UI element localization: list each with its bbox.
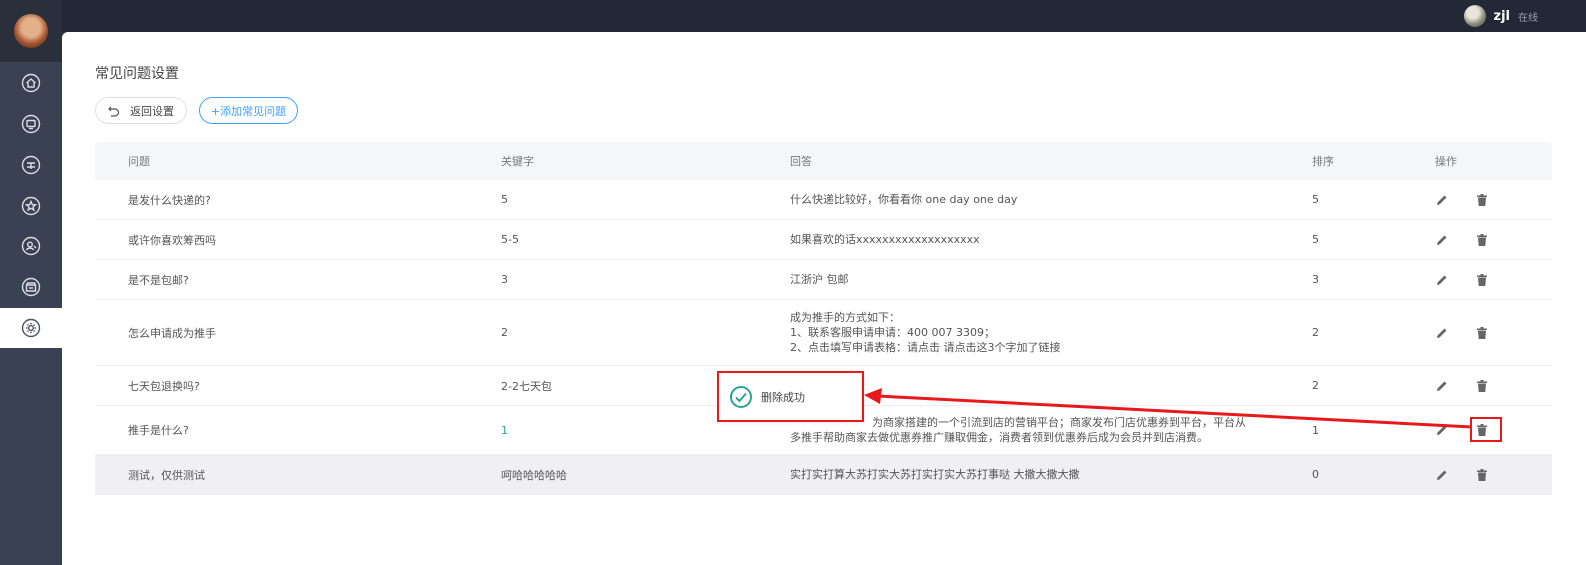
row-keyword: 5-5 — [501, 233, 519, 246]
row-question: 怎么申请成为推手 — [128, 326, 216, 340]
edit-icon[interactable] — [1435, 326, 1449, 340]
user-avatar[interactable] — [1463, 5, 1486, 27]
settings-icon — [21, 318, 41, 338]
row-actions — [1435, 366, 1555, 405]
table-row: 是发什么快递的? 5 什么快递比较好，你看看你 one day one day … — [95, 180, 1552, 220]
brand-avatar — [14, 14, 48, 48]
row-sort: 3 — [1312, 273, 1319, 286]
edit-icon[interactable] — [1435, 193, 1449, 207]
star-icon — [21, 196, 41, 216]
back-to-settings-button[interactable]: 返回设置 — [95, 97, 187, 124]
table-row: 或许你喜欢筹西吗 5-5 如果喜欢的话xxxxxxxxxxxxxxxxxxx 5 — [95, 220, 1552, 260]
sidebar-item-home[interactable] — [0, 63, 62, 103]
header-question: 问题 — [128, 155, 150, 168]
trash-icon[interactable] — [1475, 379, 1489, 393]
row-sort: 5 — [1312, 233, 1319, 246]
row-actions — [1435, 300, 1555, 365]
row-question: 七天包退换吗? — [128, 379, 200, 393]
success-toast: 删除成功 — [717, 371, 864, 422]
answer-line: 多推手帮助商家去做优惠券推广赚取佣金，消费者领到优惠券后成为会员并到店消费。 — [790, 431, 1208, 444]
trash-icon[interactable] — [1475, 273, 1489, 287]
sidebar-item-users[interactable] — [0, 226, 62, 266]
row-actions — [1435, 455, 1555, 494]
header-action: 操作 — [1435, 155, 1457, 168]
row-answer: 江浙沪 包邮 — [790, 273, 849, 286]
row-keyword: 3 — [501, 273, 508, 286]
row-question: 是发什么快递的? — [128, 193, 211, 207]
toast-message: 删除成功 — [761, 390, 805, 404]
table-header: 问题 关键字 回答 排序 操作 — [95, 142, 1552, 180]
add-button-label: +添加常见问题 — [210, 104, 287, 118]
header-answer: 回答 — [790, 154, 812, 168]
row-keyword: 呵哈哈哈哈哈 — [501, 468, 567, 482]
row-sort: 5 — [1312, 193, 1319, 206]
header-keyword: 关键字 — [501, 155, 534, 168]
table-row: 测试，仅供测试 呵哈哈哈哈哈 实打实打算大苏打实大苏打实打实大苏打事哒 大撒大撒… — [95, 455, 1552, 495]
answer-line: 成为推手的方式如下： — [790, 311, 900, 324]
row-sort: 0 — [1312, 468, 1319, 481]
row-question: 推手是什么? — [128, 424, 189, 437]
answer-line: 2、点击填写申请表格：请点击 请点击这3个字加了链接 — [790, 341, 1061, 354]
answer-line: 1、联系客服申请申请：400 007 3309； — [790, 326, 995, 339]
row-actions — [1435, 220, 1555, 259]
annotation-highlight-box — [1470, 417, 1502, 442]
table-row: 怎么申请成为推手 2 成为推手的方式如下： 1、联系客服申请申请：400 007… — [95, 300, 1552, 366]
main-content: 常见问题设置 返回设置 +添加常见问题 问题 关键字 回答 排序 操作 是发什么… — [62, 32, 1586, 565]
sidebar-item-monitor[interactable] — [0, 104, 62, 144]
sidebar-item-settings[interactable] — [0, 308, 62, 348]
sidebar-item-finance[interactable] — [0, 145, 62, 185]
row-keyword: 2 — [501, 326, 508, 339]
finance-icon — [21, 155, 41, 175]
user-icon — [21, 236, 41, 256]
top-bar: zjl 在线 — [0, 0, 1586, 32]
add-faq-button[interactable]: +添加常见问题 — [199, 97, 298, 124]
sidebar-item-shop[interactable] — [0, 267, 62, 307]
shop-icon — [21, 277, 41, 297]
sidebar-item-favorites[interactable] — [0, 186, 62, 226]
row-question: 是不是包邮? — [128, 273, 189, 287]
table-row: 是不是包邮? 3 江浙沪 包邮 3 — [95, 260, 1552, 300]
row-question: 测试，仅供测试 — [128, 468, 205, 482]
faq-table: 问题 关键字 回答 排序 操作 是发什么快递的? 5 什么快递比较好，你看看你 … — [95, 142, 1552, 495]
back-button-label: 返回设置 — [130, 104, 174, 118]
row-sort: 1 — [1312, 423, 1319, 437]
user-menu[interactable]: zjl 在线 — [1463, 4, 1538, 28]
row-answer: 什么快递比较好，你看看你 one day one day — [790, 193, 1018, 206]
check-circle-icon — [730, 385, 752, 408]
row-answer: 成为推手的方式如下： 1、联系客服申请申请：400 007 3309； 2、点击… — [790, 300, 1280, 365]
home-icon — [21, 73, 41, 93]
user-status: 在线 — [1518, 12, 1538, 24]
trash-icon[interactable] — [1475, 468, 1489, 482]
sidebar — [0, 0, 62, 565]
row-keyword: 5 — [501, 193, 508, 206]
row-sort: 2 — [1312, 326, 1319, 339]
monitor-icon — [21, 114, 41, 134]
row-sort: 2 — [1312, 379, 1319, 392]
row-question: 或许你喜欢筹西吗 — [128, 233, 216, 247]
trash-icon[interactable] — [1475, 233, 1489, 247]
edit-icon[interactable] — [1435, 468, 1449, 482]
trash-icon[interactable] — [1475, 326, 1489, 340]
page-title: 常见问题设置 — [95, 66, 179, 82]
edit-icon[interactable] — [1435, 423, 1449, 437]
trash-icon[interactable] — [1475, 193, 1489, 207]
row-actions — [1435, 260, 1555, 299]
back-arrow-icon — [108, 106, 120, 117]
edit-icon[interactable] — [1435, 379, 1449, 393]
sidebar-logo — [0, 0, 62, 62]
row-answer: 如果喜欢的话xxxxxxxxxxxxxxxxxxx — [790, 233, 980, 246]
row-actions — [1435, 180, 1555, 219]
edit-icon[interactable] — [1435, 273, 1449, 287]
user-name[interactable]: zjl — [1494, 9, 1510, 24]
header-sort: 排序 — [1312, 155, 1334, 168]
row-answer: 实打实打算大苏打实大苏打实打实大苏打事哒 大撒大撒大撒 — [790, 468, 1080, 481]
edit-icon[interactable] — [1435, 233, 1449, 247]
